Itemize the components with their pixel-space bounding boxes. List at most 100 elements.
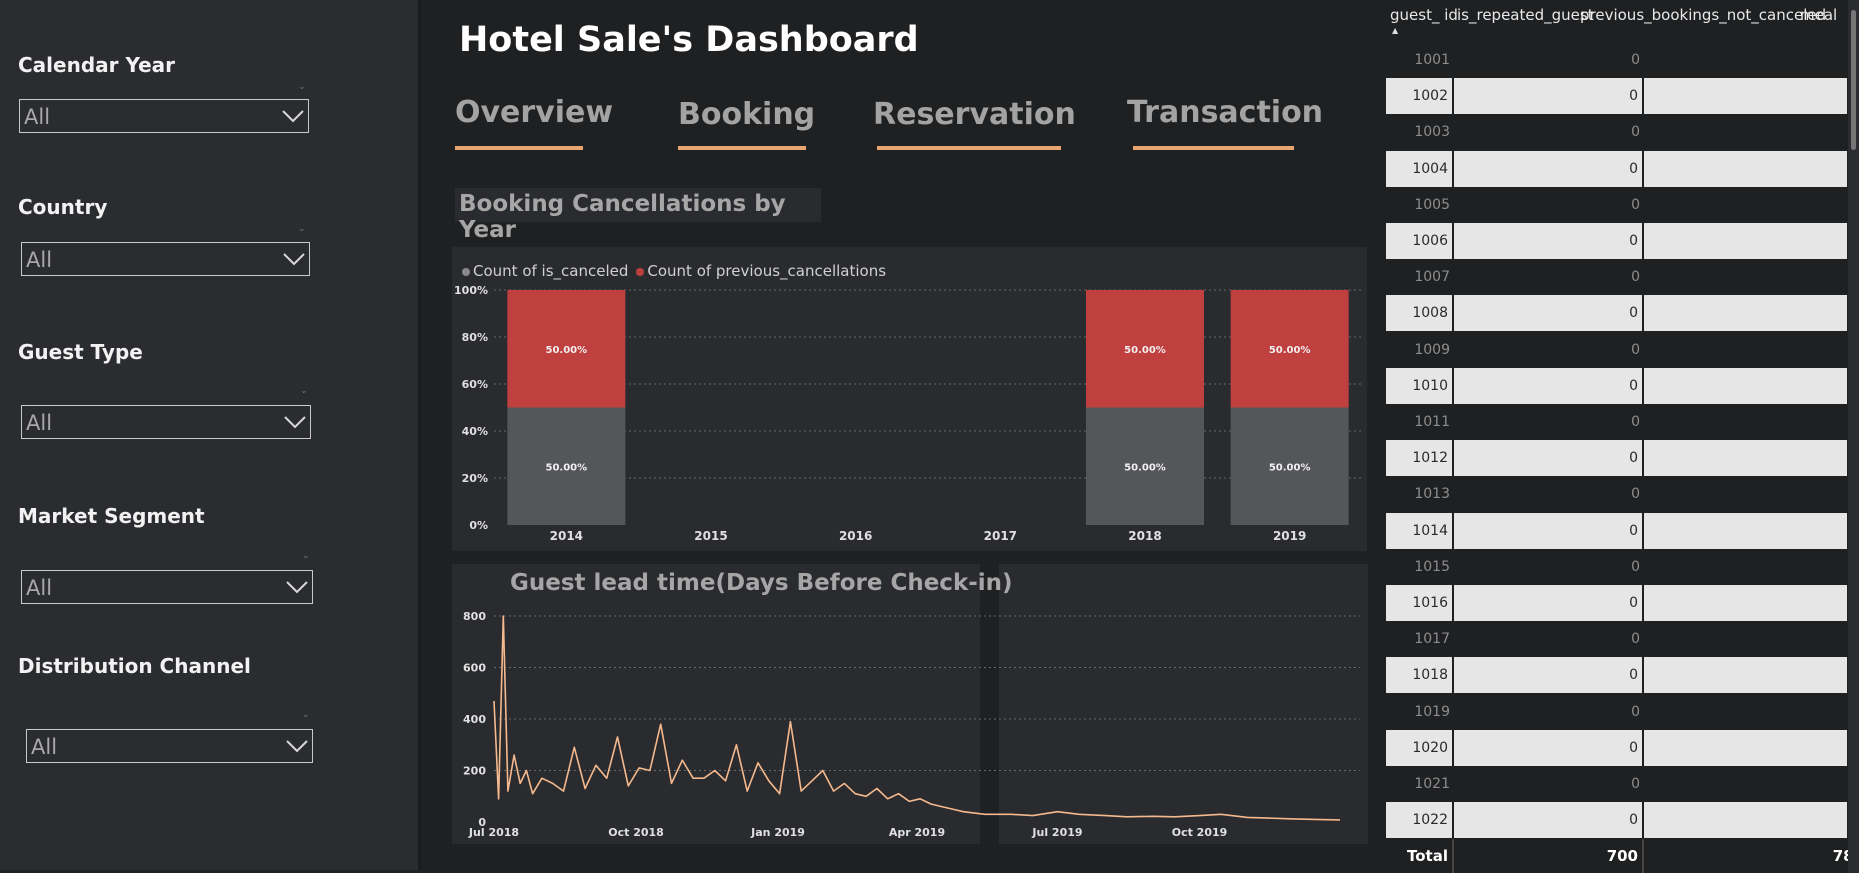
cell-previous-bookings: 0 (1644, 295, 1859, 331)
cell-guest-id: 1015 (1414, 558, 1450, 575)
lead-time-line-chart: 0200400600800Jul 2018 Oct 2018 Jan 2019 Apr… (463, 610, 1360, 839)
total-label: Total (1386, 839, 1454, 873)
cell-is-repeated-guest: 0 (1631, 631, 1640, 648)
table-row[interactable]: 102000BB (1386, 729, 1859, 766)
country-dropdown[interactable]: All (21, 242, 310, 276)
cell-is-repeated-guest: 0 (1454, 150, 1644, 187)
data-label: 50.00% (1269, 462, 1311, 473)
table-row[interactable]: 100200HB (1386, 78, 1859, 115)
country-value: All (26, 248, 53, 272)
chevron-down-icon: ⌄ (298, 82, 306, 92)
cell-is-repeated-guest: 0 (1631, 196, 1640, 213)
guest-type-value: All (26, 411, 53, 435)
x-tick-label: 2018 (1128, 529, 1161, 543)
cell-guest-id: 1018 (1386, 657, 1454, 694)
cell-is-repeated-guest: 0 (1454, 223, 1644, 259)
cancellations-bar-chart: 0% 20% 40% 60% 80% 100% 2014 50.00% 50.00% 2015 20… (454, 284, 1362, 543)
distribution-channel-label: Distribution Channel (18, 654, 251, 678)
cell-is-repeated-guest: 0 (1454, 512, 1644, 549)
table-row[interactable]: 100300BB (1386, 114, 1859, 151)
x-tick-label: Oct 2019 (1172, 826, 1228, 839)
cell-is-repeated-guest: 0 (1454, 657, 1644, 694)
cancellations-section-title-text: Booking Cancellations by Year (459, 191, 786, 243)
table-row[interactable]: 100800BB (1386, 295, 1859, 332)
x-tick-label: 2014 (550, 529, 583, 543)
x-tick-label: Apr 2019 (889, 826, 945, 839)
table-row[interactable]: 100900BB (1386, 331, 1859, 368)
cell-is-repeated-guest: 0 (1631, 414, 1640, 430)
table-row[interactable]: 102200BB (1386, 802, 1859, 839)
table-row[interactable]: 101500BB (1386, 548, 1859, 585)
column-header-guest-id[interactable]: guest_ id (1390, 6, 1458, 24)
y-tick-label: 60% (462, 378, 488, 391)
x-tick-label: Jul 2018 (468, 826, 519, 839)
y-tick-label: 80% (462, 331, 488, 344)
column-header-previous-bookings[interactable]: previous_bookings_not_canceled (1580, 6, 1826, 24)
chevron-down-icon (286, 740, 308, 753)
table-row[interactable]: 101900HB (1386, 693, 1859, 730)
market-segment-dropdown[interactable]: All (21, 570, 313, 604)
table-row[interactable]: 102100BB (1386, 766, 1859, 802)
table-row[interactable]: 100600BB (1386, 223, 1859, 259)
cell-is-repeated-guest: 0 (1454, 802, 1644, 839)
cell-previous-bookings: 0 (1644, 42, 1859, 78)
table-row[interactable]: 101800BB (1386, 657, 1859, 694)
data-label: 50.00% (1269, 345, 1311, 356)
guest-type-label: Guest Type (18, 340, 143, 364)
cell-previous-bookings: 0 (1644, 694, 1859, 730)
tab-overview[interactable]: Overview (455, 95, 613, 130)
sort-ascending-icon: ▲ (1392, 26, 1399, 35)
chevron-down-icon: ⌄ (298, 224, 306, 234)
cell-is-repeated-guest: 0 (1631, 341, 1640, 358)
table-row[interactable]: 101000BB (1386, 367, 1859, 404)
table-row[interactable]: 100400BB (1386, 150, 1859, 187)
cell-is-repeated-guest: 0 (1631, 486, 1640, 503)
table-row[interactable]: 101600BB (1386, 585, 1859, 621)
cell-previous-bookings: 0 (1644, 78, 1859, 114)
chevron-down-icon: ⌄ (302, 551, 310, 561)
table-scrollbar-thumb[interactable] (1851, 10, 1856, 150)
tab-transaction[interactable]: Transaction (1127, 95, 1323, 130)
guest-type-dropdown[interactable]: All (21, 405, 311, 439)
data-label: 50.00% (546, 345, 588, 356)
market-segment-label: Market Segment (18, 504, 205, 528)
cell-is-repeated-guest: 0 (1631, 703, 1640, 720)
cell-previous-bookings: 0 (1644, 802, 1859, 838)
calendar-year-label: Calendar Year (18, 53, 176, 77)
table-row[interactable]: 101200BB (1386, 440, 1859, 477)
column-header-is-repeated-guest[interactable]: is_repeated_guest (1457, 6, 1594, 24)
table-row[interactable]: 101300BB (1386, 476, 1859, 513)
tab-reservation[interactable]: Reservation (873, 97, 1076, 132)
y-tick-label: 800 (463, 610, 486, 623)
cell-previous-bookings: 0 (1644, 368, 1859, 404)
cell-guest-id: 1001 (1414, 52, 1450, 68)
table-row[interactable]: 100100BB (1386, 42, 1859, 78)
cell-previous-bookings: 0 (1644, 223, 1859, 259)
x-tick-label: 2019 (1273, 529, 1306, 543)
cell-previous-bookings: 0 (1644, 332, 1859, 368)
table-row[interactable]: 101700BB (1386, 621, 1859, 658)
tab-booking[interactable]: Booking (678, 97, 815, 132)
cell-guest-id: 1010 (1386, 367, 1454, 404)
column-header-meal[interactable]: meal (1800, 6, 1837, 24)
total-is-repeated-guest: 700 (1454, 839, 1644, 873)
cell-guest-id: 1003 (1414, 124, 1450, 141)
table-row[interactable]: 100700BB (1386, 259, 1859, 296)
cell-previous-bookings: 0 (1644, 476, 1859, 512)
y-tick-label: 600 (463, 662, 486, 675)
legend-label-previous: Count of previous_cancellations (647, 262, 887, 280)
distribution-channel-dropdown[interactable]: All (26, 729, 313, 763)
calendar-year-value: All (24, 105, 51, 129)
market-segment-value: All (26, 576, 53, 600)
cell-previous-bookings: 0 (1644, 730, 1859, 766)
cell-previous-bookings: 0 (1644, 114, 1859, 150)
table-row[interactable]: 100500BB (1386, 186, 1859, 223)
calendar-year-dropdown[interactable]: All (19, 99, 309, 133)
table-row[interactable]: 101400BB (1386, 512, 1859, 549)
filter-sidebar: Calendar Year ⌄ All Country ⌄ All Guest … (0, 0, 421, 870)
cell-is-repeated-guest: 0 (1631, 558, 1640, 575)
y-tick-label: 0% (469, 519, 488, 532)
table-row[interactable]: 101100HB (1386, 404, 1859, 440)
page-title: Hotel Sale's Dashboard (459, 20, 919, 60)
cell-previous-bookings: 0 (1644, 657, 1859, 693)
